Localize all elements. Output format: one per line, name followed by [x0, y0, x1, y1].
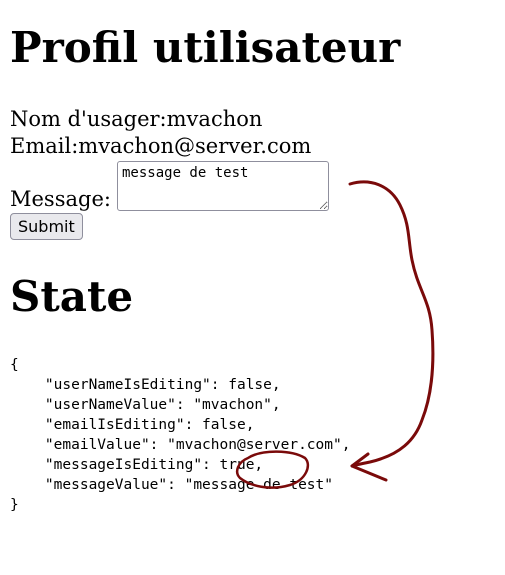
- profile-title: Profil utilisateur: [10, 23, 401, 72]
- message-label: Message:: [10, 187, 111, 211]
- email-value: mvachon@server.com: [78, 134, 312, 158]
- state-title: State: [10, 272, 134, 321]
- annotation-arrow-curve: [348, 180, 435, 468]
- submit-button[interactable]: Submit: [10, 213, 83, 240]
- state-json: { "userNameIsEditing": false, "userNameV…: [10, 357, 351, 513]
- email-label: Email:: [10, 134, 79, 158]
- email-row: Email:mvachon@server.com: [10, 133, 311, 159]
- annotation-arrow-head: [350, 452, 388, 482]
- username-label: Nom d'usager:: [10, 107, 167, 131]
- username-row: Nom d'usager:mvachon: [10, 106, 262, 132]
- message-textarea[interactable]: message de test: [117, 161, 329, 211]
- message-row: Message:: [10, 186, 111, 212]
- username-value: mvachon: [166, 107, 263, 131]
